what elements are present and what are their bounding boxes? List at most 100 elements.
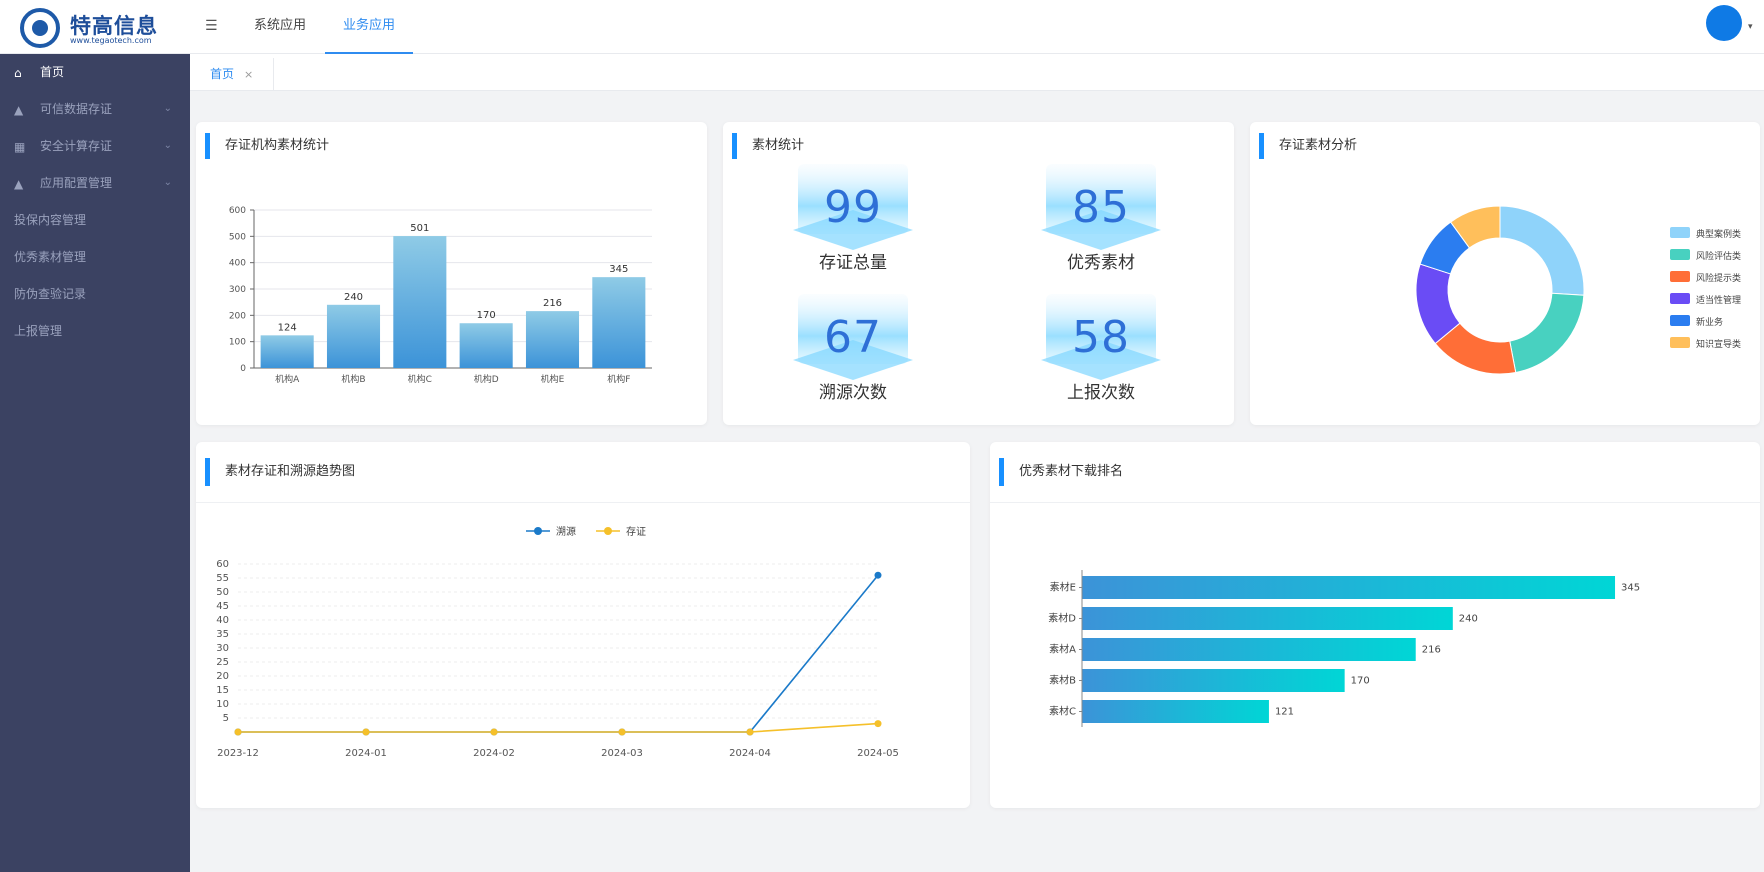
y-tick-label: 素材C [1049,705,1076,718]
avatar-caret-icon[interactable]: ▾ [1748,22,1753,32]
series-line [238,722,879,733]
top-tab-system[interactable]: 系统应用 [240,0,320,54]
sidebar-item-app-config[interactable]: ▲ 应用配置管理 ⌄ [0,165,190,201]
stat-label: 溯源次数 [819,383,887,403]
legend-swatch [1670,249,1690,260]
sidebar-item-report[interactable]: 上报管理 [0,313,190,349]
data-label: 170 [1351,676,1370,687]
x-tick-label: 2024-04 [729,748,771,759]
legend-label: 适当性管理 [1696,294,1741,306]
x-tick-label: 机构E [541,373,565,385]
x-tick-label: 机构A [275,373,300,385]
y-tick-label: 15 [216,685,229,696]
stat-trace-count: 67 溯源次数 [768,300,938,410]
x-tick-label: 机构C [408,373,432,385]
legend-swatch [1670,337,1690,348]
x-tick-label: 机构D [474,373,499,385]
data-label: 121 [1275,707,1294,718]
bar [459,323,513,368]
bar [393,236,447,368]
legend-marker [534,527,542,535]
legend-swatch [1670,227,1690,238]
x-tick-label: 机构B [341,373,365,385]
y-tick-label: 400 [229,259,246,269]
y-tick-label: 素材D [1048,612,1076,625]
data-point [490,728,498,736]
stat-value: 67 [824,312,882,363]
stat-label: 优秀素材 [1067,253,1135,273]
legend-swatch [1670,315,1690,326]
y-tick-label: 0 [240,364,246,374]
data-label: 345 [1621,583,1640,594]
y-tick-label: 25 [216,657,229,668]
y-tick-label: 素材E [1050,581,1076,594]
bar [260,335,314,368]
x-tick-label: 机构F [607,373,630,385]
y-tick-label: 600 [229,206,246,216]
y-tick-label: 素材B [1049,674,1076,687]
card-analysis: 存证素材分析 典型案例类 风险评估类 风险提示类 适当性管理 新业务 知识宣导类 [1250,122,1760,425]
grid-icon: ▦ [14,140,26,154]
bank-icon: ▲ [14,177,24,191]
trend-line-chart: 5 10 15 20 25 30 35 40 45 50 55 60 2023-12 2024-01 202… [216,525,899,759]
stat-value: 99 [824,182,882,233]
y-tick-label: 30 [216,643,229,654]
stat-value: 58 [1072,312,1130,363]
bank-icon: ▲ [14,103,24,117]
legend-swatch [1670,271,1690,282]
y-tick-label: 300 [229,285,246,295]
series-line [238,574,879,733]
sidebar-item-home[interactable]: ⌂ 首页 [0,54,190,90]
app-root: 特高信息 www.tegaotech.com ☰ 系统应用 业务应用 ▾ ⌂ 首页… [0,0,1764,872]
bar [1082,638,1416,661]
data-label: 501 [410,223,429,234]
legend-label: 典型案例类 [1696,228,1741,240]
data-label: 240 [1459,614,1478,625]
data-label: 170 [477,310,496,321]
sidebar-item-excellent-material[interactable]: 优秀素材管理 [0,239,190,275]
y-tick-label: 10 [216,699,229,710]
legend-label: 知识宣导类 [1696,338,1741,350]
data-label: 216 [543,298,562,309]
data-point [618,728,626,736]
x-tick-label: 2023-12 [217,748,259,759]
legend-swatch [1670,293,1690,304]
x-tick-label: 2024-05 [857,748,899,759]
data-point [746,728,754,736]
sidebar-item-secure-compute[interactable]: ▦ 安全计算存证 ⌄ [0,128,190,164]
legend-label: 风险提示类 [1696,272,1741,284]
bar [1082,607,1453,630]
stat-label: 存证总量 [819,253,887,273]
card-trend: 素材存证和溯源趋势图 5 10 15 20 25 30 35 40 45 50 55 60 2023-1… [196,442,970,808]
x-tick-label: 2024-03 [601,748,643,759]
close-icon[interactable]: × [244,68,253,81]
y-tick-label: 60 [216,559,229,570]
top-tab-business[interactable]: 业务应用 [325,0,413,54]
x-tick-label: 2024-02 [473,748,515,759]
menu-toggle-icon[interactable]: ☰ [205,19,221,33]
stat-excellent-material: 85 优秀素材 [1016,170,1186,280]
ranking-bar-chart: 素材E 345 素材D 240 素材A 216 素材B 170 素材C 121 [1048,570,1640,727]
page-tab-home[interactable]: 首页 × [196,58,275,91]
chevron-down-icon: ⌄ [163,177,172,188]
stat-value: 85 [1072,182,1130,233]
bar [1082,700,1269,723]
card-ranking: 优秀素材下载排名 素材E 345 素材D 240 素材A 216 素材B 170 素材C 121 [990,442,1760,808]
bar [592,277,646,368]
bar [525,311,580,368]
page-tab-label: 首页 [210,67,235,81]
sidebar-item-label: 应用配置管理 [40,176,113,190]
card-org-stats: 存证机构素材统计 0 100 200 300 400 500 600 124 机构A 240 机构B… [196,122,707,425]
sidebar-item-anticounterfeit[interactable]: 防伪查验记录 [0,276,190,312]
data-point [874,720,882,728]
y-tick-label: 素材A [1049,643,1076,656]
stat-total-deposits: 99 存证总量 [768,170,938,280]
legend-label: 新业务 [1696,316,1723,328]
sidebar-item-trusted-data[interactable]: ▲ 可信数据存证 ⌄ [0,91,190,127]
logo-mark-icon [20,8,60,48]
brand-logo[interactable]: 特高信息 www.tegaotech.com [20,6,170,50]
data-label: 240 [344,292,363,303]
sidebar-item-insurance-content[interactable]: 投保内容管理 [0,202,190,238]
user-avatar[interactable] [1706,5,1742,41]
sidebar-item-label: 可信数据存证 [40,102,113,116]
